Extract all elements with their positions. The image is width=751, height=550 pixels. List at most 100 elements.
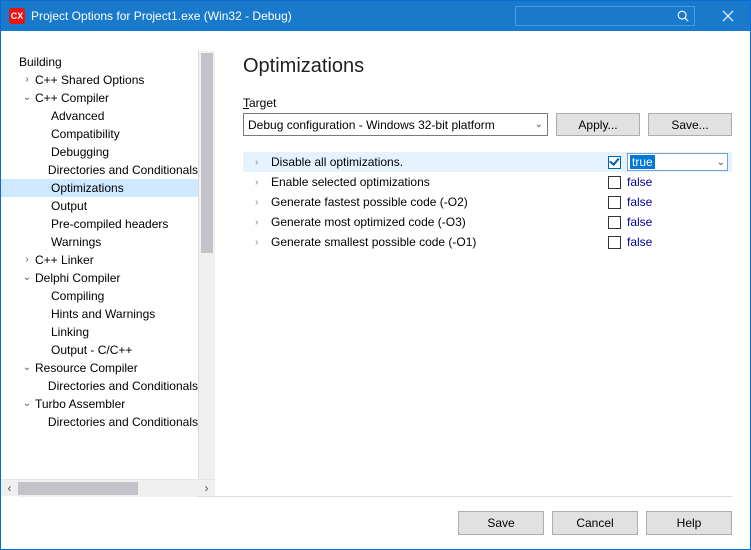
option-row[interactable]: › Enable selected optimizations false: [243, 172, 732, 192]
target-select-value: Debug configuration - Windows 32-bit pla…: [248, 118, 495, 132]
titlebar: CX Project Options for Project1.exe (Win…: [1, 1, 750, 31]
tree-item-label: Delphi Compiler: [33, 269, 120, 287]
tree-item[interactable]: Output: [1, 197, 198, 215]
option-label: Enable selected optimizations: [271, 175, 430, 189]
chevron-down-icon[interactable]: ⌄: [21, 359, 33, 377]
option-row[interactable]: › Generate smallest possible code (-O1) fa…: [243, 232, 732, 252]
target-label: Target: [243, 96, 732, 110]
tree-item[interactable]: Optimizations: [1, 179, 198, 197]
help-button[interactable]: Help: [646, 511, 732, 535]
save-button[interactable]: Save: [458, 511, 544, 535]
tree-item[interactable]: Pre-compiled headers: [1, 215, 198, 233]
option-checkbox[interactable]: [608, 236, 621, 249]
tree-vertical-scrollbar[interactable]: [198, 51, 215, 479]
titlebar-search-input[interactable]: [515, 6, 695, 26]
window-title: Project Options for Project1.exe (Win32 …: [31, 9, 292, 23]
chevron-right-icon[interactable]: ›: [255, 177, 258, 188]
category-tree-panel: Building›C++ Shared Options⌄C++ Compiler…: [1, 51, 215, 496]
option-value: false: [627, 215, 652, 229]
option-value: true: [630, 155, 655, 169]
chevron-right-icon[interactable]: ›: [255, 237, 258, 248]
save-target-button[interactable]: Save...: [648, 113, 732, 136]
tree-item-label: Hints and Warnings: [49, 305, 155, 323]
cancel-button[interactable]: Cancel: [552, 511, 638, 535]
tree-item[interactable]: Directories and Conditionals: [1, 377, 198, 395]
tree-item-label: Compiling: [49, 287, 104, 305]
tree-item-label: C++ Linker: [33, 251, 94, 269]
option-checkbox[interactable]: [608, 216, 621, 229]
option-label: Generate most optimized code (-O3): [271, 215, 466, 229]
tree-item-label: Debugging: [49, 143, 109, 161]
scroll-right-icon[interactable]: ›: [198, 480, 215, 497]
option-row[interactable]: ›Generate fastest possible code (-O2)fal…: [243, 192, 732, 212]
options-grid: › Disable all optimizations. true ⌄ › Enable …: [243, 152, 732, 252]
option-checkbox[interactable]: [608, 176, 621, 189]
tree-item[interactable]: Directories and Conditionals: [1, 413, 198, 431]
chevron-down-icon: ⌄: [717, 157, 725, 168]
tree-item-label: Optimizations: [49, 179, 124, 197]
tree-item[interactable]: Compatibility: [1, 125, 198, 143]
close-icon: [722, 10, 734, 22]
tree-item-label: Resource Compiler: [33, 359, 138, 377]
tree-item[interactable]: ›C++ Linker: [1, 251, 198, 269]
tree-item-label: Linking: [49, 323, 89, 341]
tree-item[interactable]: Hints and Warnings: [1, 305, 198, 323]
option-row[interactable]: › Generate most optimized code (-O3) false: [243, 212, 732, 232]
tree-item[interactable]: ⌄Resource Compiler: [1, 359, 198, 377]
option-checkbox[interactable]: [608, 156, 621, 169]
option-checkbox[interactable]: [608, 196, 621, 209]
tree-item[interactable]: Compiling: [1, 287, 198, 305]
option-value-dropdown[interactable]: true ⌄: [627, 153, 728, 171]
tree-item[interactable]: ⌄C++ Compiler: [1, 89, 198, 107]
tree-item[interactable]: Building: [1, 53, 198, 71]
tree-item-label: Directories and Conditionals: [46, 413, 198, 431]
chevron-right-icon[interactable]: ›: [255, 217, 258, 228]
tree-item[interactable]: Advanced: [1, 107, 198, 125]
tree-item[interactable]: ⌄Delphi Compiler: [1, 269, 198, 287]
tree-item-label: Directories and Conditionals: [46, 161, 198, 179]
option-label: Generate smallest possible code (-O1): [271, 235, 476, 249]
option-value: false: [627, 195, 652, 209]
dialog-footer: Save Cancel Help: [1, 497, 750, 549]
close-button[interactable]: [705, 1, 750, 31]
app-icon: CX: [9, 8, 25, 24]
chevron-down-icon[interactable]: ⌄: [21, 395, 33, 413]
tree-item[interactable]: ›C++ Shared Options: [1, 71, 198, 89]
tree-horizontal-scrollbar[interactable]: ‹ ›: [1, 479, 215, 496]
tree-item[interactable]: Debugging: [1, 143, 198, 161]
chevron-right-icon[interactable]: ›: [21, 251, 33, 269]
tree-item[interactable]: Warnings: [1, 233, 198, 251]
search-icon: [676, 9, 690, 23]
category-tree[interactable]: Building›C++ Shared Options⌄C++ Compiler…: [1, 51, 198, 479]
tree-item[interactable]: Linking: [1, 323, 198, 341]
tree-item-label: Output - C/C++: [49, 341, 132, 359]
target-select[interactable]: Debug configuration - Windows 32-bit pla…: [243, 113, 548, 136]
tree-item-label: Compatibility: [49, 125, 120, 143]
tree-item-label: Pre-compiled headers: [49, 215, 168, 233]
option-label: Disable all optimizations.: [271, 155, 403, 169]
option-row[interactable]: › Disable all optimizations. true ⌄: [243, 152, 732, 172]
tree-item-label: Warnings: [49, 233, 101, 251]
settings-panel: Optimizations Target Debug configuration…: [215, 51, 750, 496]
tree-item-label: C++ Compiler: [33, 89, 109, 107]
chevron-down-icon[interactable]: ⌄: [21, 269, 33, 287]
page-title: Optimizations: [243, 55, 732, 78]
tree-item-label: Turbo Assembler: [33, 395, 125, 413]
tree-item[interactable]: Directories and Conditionals: [1, 161, 198, 179]
chevron-right-icon[interactable]: ›: [255, 197, 258, 208]
apply-button[interactable]: Apply...: [556, 113, 640, 136]
tree-item[interactable]: ⌄Turbo Assembler: [1, 395, 198, 413]
chevron-down-icon: ⌄: [535, 119, 543, 130]
option-value: false: [627, 235, 652, 249]
chevron-right-icon[interactable]: ›: [255, 157, 258, 168]
tree-item-label: Output: [49, 197, 87, 215]
tree-item-label: Directories and Conditionals: [46, 377, 198, 395]
tree-item[interactable]: Output - C/C++: [1, 341, 198, 359]
project-options-dialog: CX Project Options for Project1.exe (Win…: [0, 0, 751, 550]
chevron-right-icon[interactable]: ›: [21, 71, 33, 89]
tree-item-label: Building: [17, 53, 62, 71]
option-value: false: [627, 175, 652, 189]
scroll-left-icon[interactable]: ‹: [1, 480, 18, 497]
tree-item-label: Advanced: [49, 107, 104, 125]
chevron-down-icon[interactable]: ⌄: [21, 89, 33, 107]
